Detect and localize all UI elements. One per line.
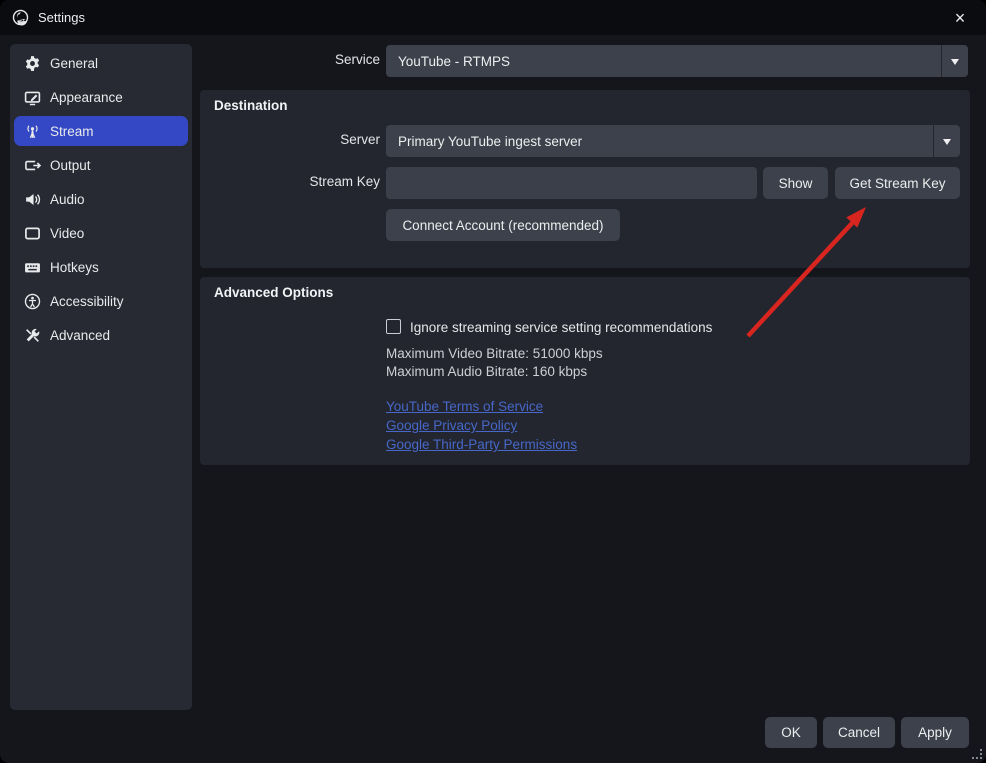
get-stream-key-button[interactable]: Get Stream Key — [835, 167, 960, 199]
ok-button[interactable]: OK — [765, 717, 817, 748]
settings-window: Settings × General Appearance Stream — [0, 0, 986, 763]
sidebar-item-label: Output — [50, 158, 91, 173]
server-select[interactable]: Primary YouTube ingest server — [386, 125, 960, 157]
server-label: Server — [205, 132, 380, 147]
sidebar-item-label: Advanced — [50, 328, 110, 343]
hotkeys-icon — [24, 259, 41, 276]
stream-key-input[interactable] — [386, 167, 757, 199]
connect-account-button[interactable]: Connect Account (recommended) — [386, 209, 620, 241]
service-label: Service — [205, 52, 380, 67]
apply-button[interactable]: Apply — [901, 717, 969, 748]
sidebar-item-audio[interactable]: Audio — [14, 184, 188, 214]
titlebar: Settings × — [0, 0, 986, 35]
chevron-down-icon — [933, 125, 960, 157]
show-button[interactable]: Show — [763, 167, 828, 199]
window-title: Settings — [38, 10, 85, 25]
stream-key-label: Stream Key — [205, 174, 380, 189]
sidebar-item-label: Accessibility — [50, 294, 124, 309]
sidebar-item-output[interactable]: Output — [14, 150, 188, 180]
cancel-button[interactable]: Cancel — [823, 717, 895, 748]
audio-icon — [24, 191, 41, 208]
advanced-icon — [24, 327, 41, 344]
sidebar-item-label: Hotkeys — [50, 260, 99, 275]
sidebar-item-hotkeys[interactable]: Hotkeys — [14, 252, 188, 282]
ignore-recommendations-label[interactable]: Ignore streaming service setting recomme… — [410, 320, 712, 335]
sidebar-item-advanced[interactable]: Advanced — [14, 320, 188, 350]
sidebar-item-label: Video — [50, 226, 84, 241]
youtube-terms-link[interactable]: YouTube Terms of Service — [386, 399, 577, 414]
gear-icon — [24, 55, 41, 72]
service-select-value: YouTube - RTMPS — [386, 54, 941, 69]
max-audio-bitrate-text: Maximum Audio Bitrate: 160 kbps — [386, 364, 587, 379]
chevron-down-icon — [941, 45, 968, 77]
settings-sidebar: General Appearance Stream Output Audio — [10, 44, 192, 710]
accessibility-icon — [24, 293, 41, 310]
service-select[interactable]: YouTube - RTMPS — [386, 45, 968, 77]
sidebar-item-label: Stream — [50, 124, 94, 139]
output-icon — [24, 157, 41, 174]
sidebar-item-accessibility[interactable]: Accessibility — [14, 286, 188, 316]
sidebar-item-stream[interactable]: Stream — [14, 116, 188, 146]
sidebar-item-video[interactable]: Video — [14, 218, 188, 248]
sidebar-item-general[interactable]: General — [14, 48, 188, 78]
sidebar-item-appearance[interactable]: Appearance — [14, 82, 188, 112]
resize-grip[interactable] — [972, 749, 982, 759]
google-permissions-link[interactable]: Google Third-Party Permissions — [386, 437, 577, 452]
close-button[interactable]: × — [946, 4, 974, 32]
ignore-recommendations-checkbox[interactable] — [386, 319, 401, 334]
destination-header: Destination — [214, 98, 288, 113]
google-privacy-link[interactable]: Google Privacy Policy — [386, 418, 577, 433]
server-select-value: Primary YouTube ingest server — [386, 134, 933, 149]
advanced-options-header: Advanced Options — [214, 285, 333, 300]
video-icon — [24, 225, 41, 242]
stream-icon — [24, 123, 41, 140]
obs-logo-icon — [12, 9, 29, 26]
sidebar-item-label: Audio — [50, 192, 85, 207]
service-links: YouTube Terms of Service Google Privacy … — [386, 399, 577, 452]
max-video-bitrate-text: Maximum Video Bitrate: 51000 kbps — [386, 346, 603, 361]
sidebar-item-label: General — [50, 56, 98, 71]
appearance-icon — [24, 89, 41, 106]
sidebar-item-label: Appearance — [50, 90, 123, 105]
